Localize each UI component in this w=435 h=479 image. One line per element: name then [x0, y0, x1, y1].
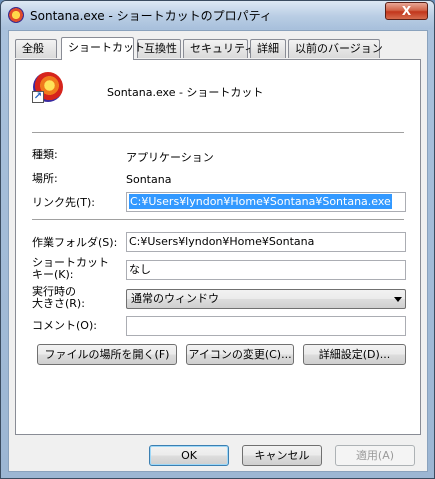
dialog-client: 全般 ショートカット 互換性 セキュリティ 詳細 以前のバージョン ↗ Sont…	[8, 30, 428, 472]
target-value: C:¥Users¥lyndon¥Home¥Sontana¥Sontana.exe	[129, 194, 392, 209]
ok-button[interactable]: OK	[149, 445, 229, 466]
run-size-label-line2: 大きさ(R):	[32, 297, 85, 310]
app-icon	[8, 7, 24, 23]
tab-security[interactable]: セキュリティ	[183, 39, 255, 58]
type-label: 種類:	[32, 148, 58, 161]
location-value: Sontana	[126, 173, 172, 186]
tab-details[interactable]: 詳細	[250, 39, 286, 58]
target-field[interactable]: C:¥Users¥lyndon¥Home¥Sontana¥Sontana.exe	[126, 192, 406, 212]
apply-button[interactable]: 適用(A)	[335, 445, 415, 466]
open-file-location-button[interactable]: ファイルの場所を開く(F)	[37, 344, 177, 365]
target-label: リンク先(T):	[32, 196, 96, 209]
comment-label: コメント(O):	[32, 319, 97, 332]
shortcut-app-icon: ↗	[32, 72, 64, 104]
properties-window: Sontana.exe - ショートカットのプロパティ X 全般 ショートカット…	[0, 0, 435, 479]
close-icon: X	[401, 4, 412, 18]
run-size-value: 通常のウィンドウ	[131, 292, 219, 305]
tab-previous-versions[interactable]: 以前のバージョン	[288, 39, 383, 58]
tab-general[interactable]: 全般	[15, 39, 57, 58]
shortcut-key-field[interactable]: なし	[126, 260, 406, 280]
change-icon-button[interactable]: アイコンの変更(C)...	[186, 344, 294, 365]
divider	[32, 132, 404, 133]
divider	[32, 219, 404, 220]
location-label: 場所:	[32, 172, 58, 185]
window-title: Sontana.exe - ショートカットのプロパティ	[30, 9, 272, 23]
shortcut-key-label: ショートカット キー(K):	[32, 257, 109, 281]
comment-field[interactable]	[126, 316, 406, 336]
workdir-label: 作業フォルダ(S):	[32, 236, 118, 249]
shortcut-name: Sontana.exe - ショートカット	[107, 86, 264, 99]
chevron-down-icon	[394, 297, 402, 302]
shortcut-arrow-icon: ↗	[32, 91, 44, 103]
type-value: アプリケーション	[126, 151, 214, 164]
cancel-button[interactable]: キャンセル	[242, 445, 322, 466]
run-size-label: 実行時の 大きさ(R):	[32, 286, 85, 310]
run-size-select[interactable]: 通常のウィンドウ	[126, 289, 406, 309]
shortcut-key-label-line2: キー(K):	[32, 268, 74, 281]
tab-shortcut[interactable]: ショートカット	[61, 37, 145, 60]
close-button[interactable]: X	[385, 2, 428, 20]
shortcut-panel: ↗ Sontana.exe - ショートカット 種類: アプリケーション 場所:…	[15, 59, 421, 435]
workdir-field[interactable]: C:¥Users¥lyndon¥Home¥Sontana	[126, 232, 406, 252]
title-bar[interactable]: Sontana.exe - ショートカットのプロパティ X	[1, 1, 434, 29]
advanced-button[interactable]: 詳細設定(D)...	[303, 344, 406, 365]
